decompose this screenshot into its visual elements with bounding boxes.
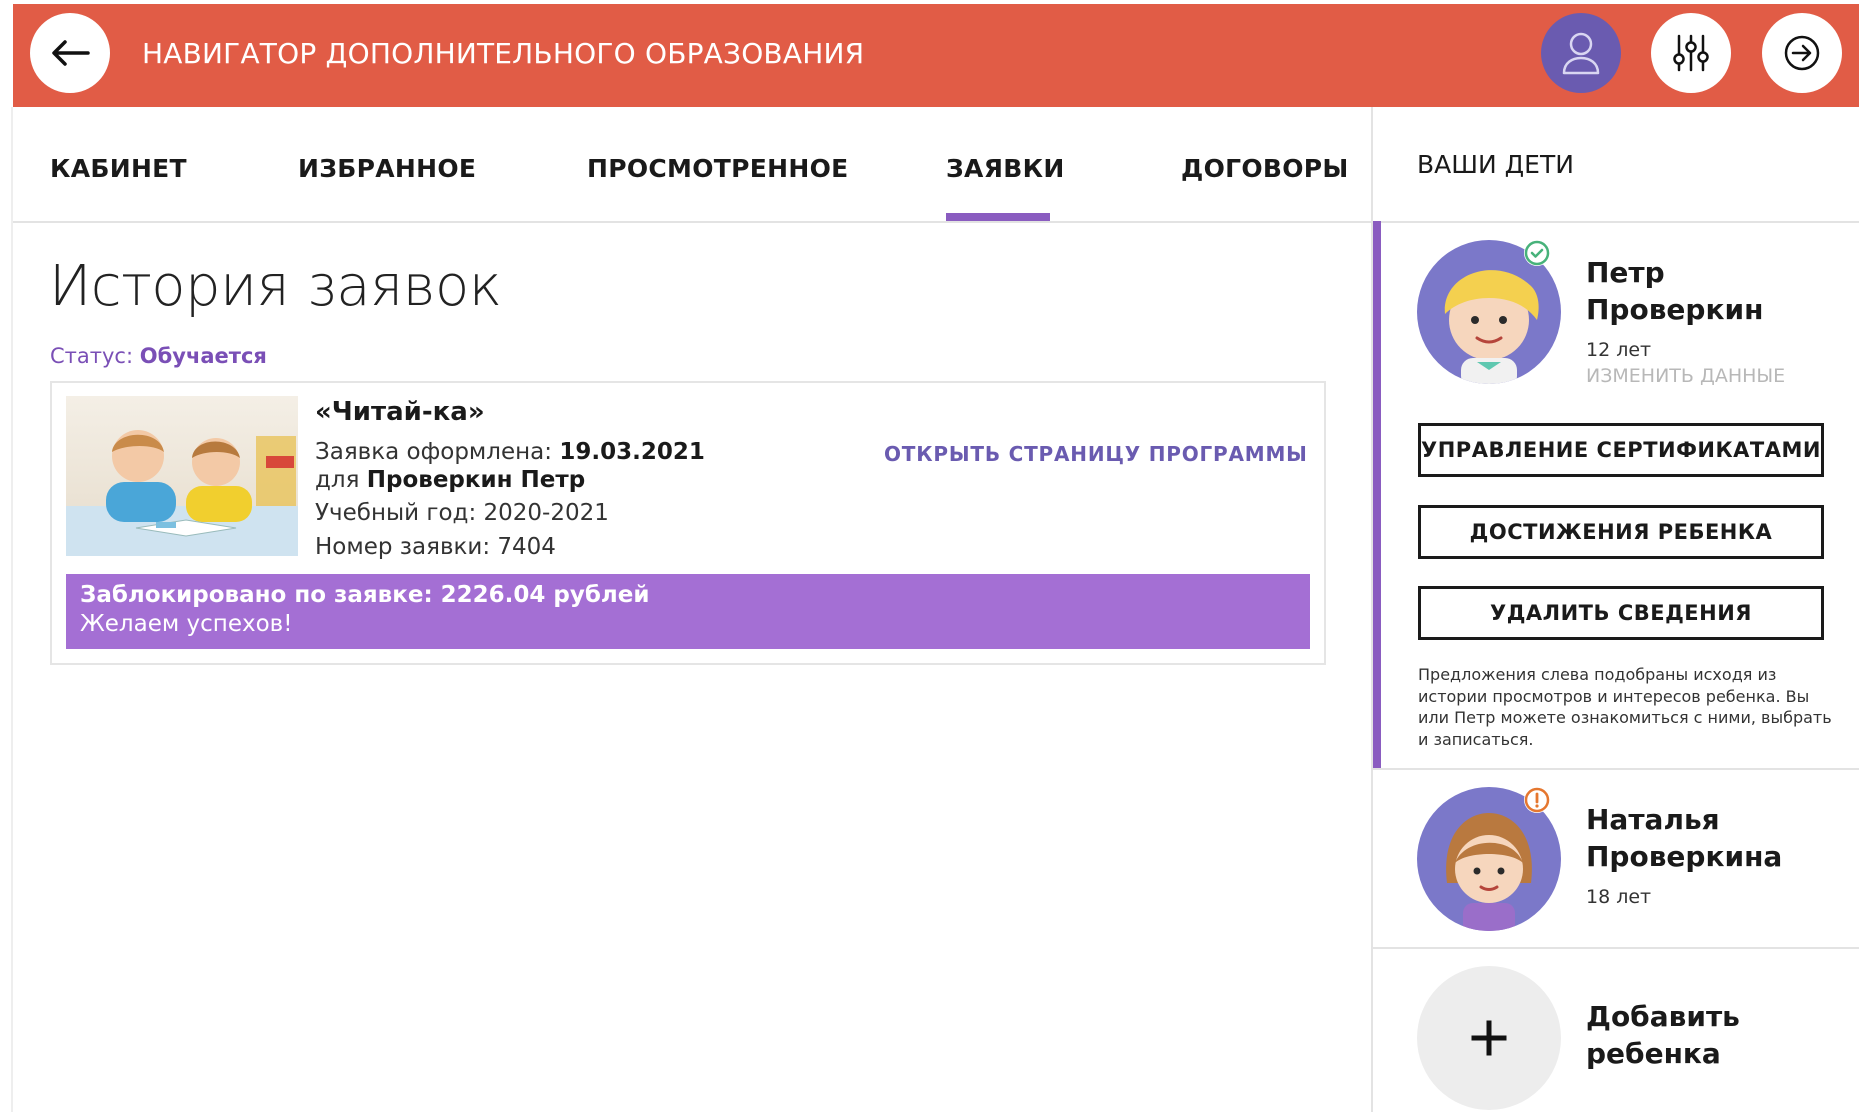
program-title[interactable]: «Читай-ка» [315, 397, 485, 427]
left-border [11, 107, 13, 1112]
arrow-left-icon [52, 40, 90, 66]
active-tab-indicator [946, 213, 1050, 221]
program-image[interactable] [66, 396, 298, 556]
child-achievements-button[interactable]: ДОСТИЖЕНИЯ РЕБЕНКА [1418, 505, 1824, 559]
child-name-petr[interactable]: Петр Проверкин [1586, 254, 1763, 328]
nav-tabs: КАБИНЕТ ИЗБРАННОЕ ПРОСМОТРЕННОЕ ЗАЯВКИ Д… [13, 107, 1372, 221]
logout-button[interactable] [1762, 13, 1842, 93]
tab-favorites[interactable]: ИЗБРАННОЕ [298, 154, 476, 183]
sliders-icon [1673, 34, 1709, 72]
academic-year: Учебный год: 2020-2021 [315, 500, 609, 526]
edit-child-data-link[interactable]: ИЗМЕНИТЬ ДАННЫЕ [1586, 365, 1785, 387]
blocked-amount-banner: Заблокировано по заявке: 2226.04 рублей … [66, 574, 1310, 649]
child-divider-1 [1373, 768, 1859, 770]
delete-info-button[interactable]: УДАЛИТЬ СВЕДЕНИЯ [1418, 586, 1824, 640]
user-icon [1562, 32, 1600, 75]
tab-viewed[interactable]: ПРОСМОТРЕННОЕ [587, 154, 849, 183]
recommendations-hint: Предложения слева подобраны исходя из ис… [1418, 665, 1832, 749]
child-age-petr: 12 лет [1586, 339, 1652, 361]
tab-cabinet[interactable]: КАБИНЕТ [50, 154, 187, 183]
kids-section-title: ВАШИ ДЕТИ [1417, 150, 1574, 179]
warning-circle-icon [1524, 787, 1550, 813]
status-value[interactable]: Обучается [140, 344, 267, 368]
check-circle-icon [1524, 240, 1550, 266]
profile-button[interactable] [1541, 13, 1621, 93]
add-child-label[interactable]: Добавить ребенка [1586, 998, 1740, 1072]
tab-contracts[interactable]: ДОГОВОРЫ [1181, 154, 1349, 183]
back-button[interactable] [30, 13, 110, 93]
manage-certificates-button[interactable]: УПРАВЛЕНИЕ СЕРТИФИКАТАМИ [1418, 423, 1824, 477]
status-line: Статус: Обучается [50, 344, 267, 368]
wish-text: Желаем успехов! [80, 611, 293, 637]
status-label: Статус: [50, 344, 134, 368]
selected-child-indicator [1373, 221, 1381, 768]
exit-icon [1784, 35, 1820, 71]
nav-divider [13, 221, 1859, 223]
filters-button[interactable] [1651, 13, 1731, 93]
add-child-button[interactable] [1417, 966, 1561, 1110]
child-age-natalya: 18 лет [1586, 886, 1652, 908]
page-title: История заявок [49, 254, 502, 319]
child-divider-2 [1373, 947, 1859, 949]
app-title: НАВИГАТОР ДОПОЛНИТЕЛЬНОГО ОБРАЗОВАНИЯ [142, 37, 865, 70]
open-program-link[interactable]: ОТКРЫТЬ СТРАНИЦУ ПРОГРАММЫ [884, 442, 1308, 466]
application-child: для Проверкин Петр [315, 467, 586, 493]
plus-icon [1471, 1020, 1507, 1056]
child-name-natalya[interactable]: Наталья Проверкина [1586, 801, 1782, 875]
tab-applications[interactable]: ЗАЯВКИ [946, 154, 1065, 183]
application-number: Номер заявки: 7404 [315, 534, 556, 560]
blocked-amount-text: Заблокировано по заявке: 2226.04 рублей [80, 582, 650, 608]
application-date: Заявка оформлена: 19.03.2021 [315, 439, 705, 465]
